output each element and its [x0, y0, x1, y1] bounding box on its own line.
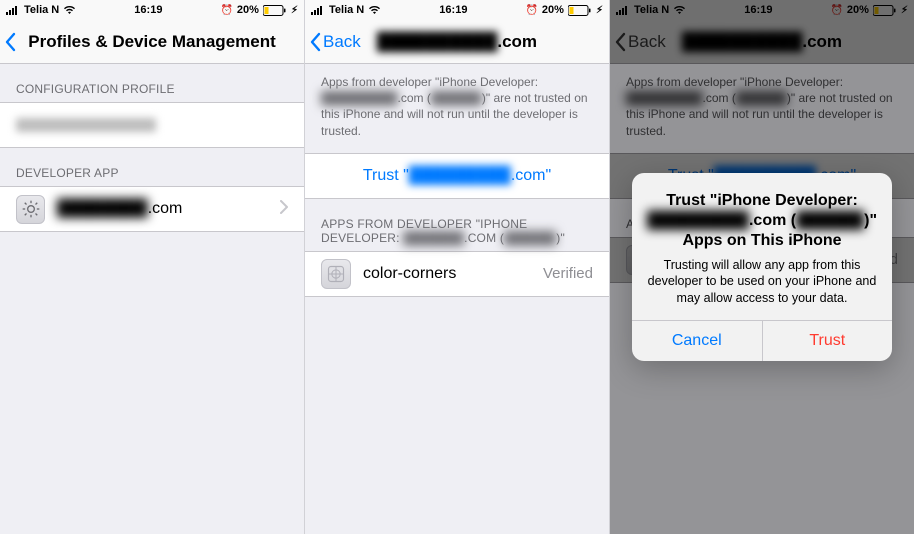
clock-label: 16:19	[439, 4, 467, 16]
trust-note: Apps from developer "iPhone Developer: █…	[305, 64, 609, 153]
carrier-label: Telia N	[24, 4, 59, 16]
alert-trust-button[interactable]: Trust	[763, 321, 893, 361]
pane-developer-detail: Telia N 16:19 ⏰ 20% ⚡︎ Back ██████████.c…	[305, 0, 610, 534]
developer-domain: ████████.com	[57, 200, 182, 218]
app-placeholder-icon	[321, 259, 351, 289]
charging-icon: ⚡︎	[291, 5, 298, 16]
section-header-config: CONFIGURATION PROFILE	[0, 64, 304, 102]
chevron-right-icon	[280, 200, 288, 219]
alert-title: Trust "iPhone Developer: █████████.com (…	[646, 191, 878, 251]
status-bar: Telia N 16:19 ⏰ 20% ⚡︎	[305, 0, 609, 20]
app-name: color-corners	[363, 265, 456, 283]
pane-trust-dialog: Telia N 16:19 ⏰ 20% ⚡︎ Back ██████████.c	[610, 0, 914, 534]
trust-alert: Trust "iPhone Developer: █████████.com (…	[632, 173, 892, 361]
signal-icon	[311, 5, 325, 15]
charging-icon: ⚡︎	[596, 5, 603, 16]
nav-title: Profiles & Device Management	[28, 32, 276, 52]
battery-icon	[263, 5, 287, 16]
alert-message: Trusting will allow any app from this de…	[646, 257, 878, 306]
alert-cancel-button[interactable]: Cancel	[632, 321, 763, 361]
back-button[interactable]: Back	[309, 32, 361, 52]
modal-overlay: Trust "iPhone Developer: █████████.com (…	[610, 0, 914, 534]
app-row[interactable]: color-corners Verified	[305, 252, 609, 296]
signal-icon	[6, 5, 20, 15]
alarm-icon: ⏰	[525, 5, 537, 16]
back-button[interactable]	[4, 32, 18, 52]
pane-profiles: Telia N 16:19 ⏰ 20% ⚡︎ Profiles & Device…	[0, 0, 305, 534]
battery-pct: 20%	[237, 4, 259, 16]
settings-app-icon	[16, 195, 45, 224]
apps-from-developer-header: APPS FROM DEVELOPER "IPHONE DEVELOPER: █…	[305, 199, 609, 251]
nav-bar: Back ██████████.com	[305, 20, 609, 64]
configuration-profile-cell[interactable]	[0, 103, 304, 147]
developer-app-cell[interactable]: ████████.com	[0, 187, 304, 231]
section-header-devapp: DEVELOPER APP	[0, 148, 304, 186]
status-bar: Telia N 16:19 ⏰ 20% ⚡︎	[0, 0, 304, 20]
back-label: Back	[323, 32, 361, 52]
wifi-icon	[63, 5, 76, 15]
clock-label: 16:19	[134, 4, 162, 16]
profile-name-blurred	[16, 118, 156, 132]
trust-developer-button[interactable]: Trust "█████████.com"	[305, 154, 609, 198]
battery-icon	[568, 5, 592, 16]
carrier-label: Telia N	[329, 4, 364, 16]
nav-title: ██████████.com	[377, 32, 537, 52]
app-status: Verified	[543, 265, 593, 282]
wifi-icon	[368, 5, 381, 15]
nav-bar: Profiles & Device Management	[0, 20, 304, 64]
alarm-icon: ⏰	[220, 5, 232, 16]
battery-pct: 20%	[542, 4, 564, 16]
